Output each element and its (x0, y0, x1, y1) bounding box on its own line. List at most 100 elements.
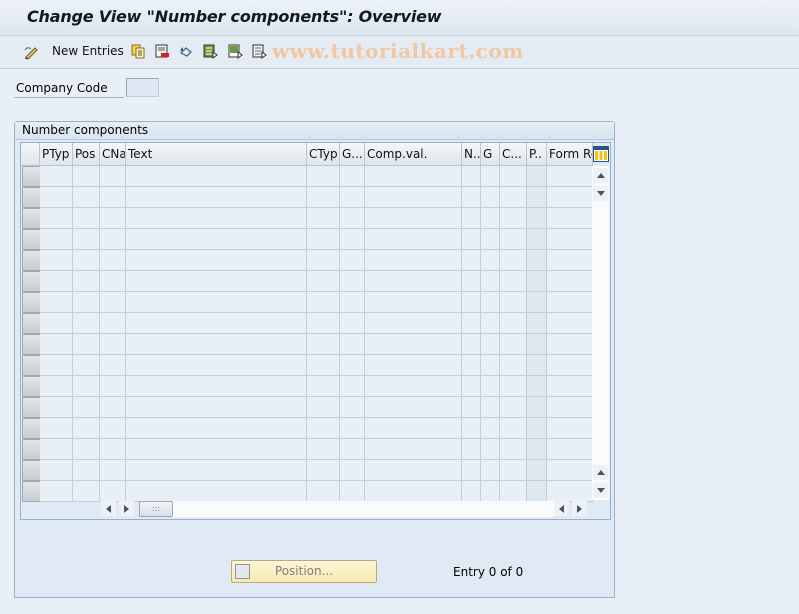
scroll-up-button[interactable] (593, 168, 608, 183)
table-cell[interactable] (547, 397, 593, 418)
copy-as-button[interactable] (131, 42, 146, 60)
table-cell[interactable] (340, 208, 365, 229)
table-cell[interactable] (500, 397, 527, 418)
row-selector[interactable] (22, 418, 41, 439)
table-cell[interactable] (500, 355, 527, 376)
table-cell[interactable] (365, 166, 462, 187)
table-cell[interactable] (547, 355, 593, 376)
table-cell[interactable] (365, 376, 462, 397)
scroll-page-up-button[interactable] (593, 465, 608, 480)
table-cell[interactable] (547, 292, 593, 313)
table-cell[interactable] (462, 397, 481, 418)
table-cell[interactable] (307, 418, 340, 439)
table-cell[interactable] (365, 271, 462, 292)
table-cell[interactable] (340, 250, 365, 271)
table-cell[interactable] (462, 166, 481, 187)
table-cell[interactable] (126, 418, 307, 439)
table-cell[interactable] (340, 355, 365, 376)
table-cell[interactable] (126, 292, 307, 313)
table-cell[interactable] (100, 334, 126, 355)
table-cell[interactable] (481, 439, 500, 460)
column-header[interactable]: Form Ro (547, 143, 593, 165)
table-cell[interactable] (73, 187, 100, 208)
table-cell[interactable] (527, 229, 547, 250)
table-cell[interactable] (481, 313, 500, 334)
table-cell[interactable] (500, 271, 527, 292)
table-cell[interactable] (462, 439, 481, 460)
table-cell[interactable] (365, 292, 462, 313)
table-cell[interactable] (500, 208, 527, 229)
row-selector[interactable] (22, 376, 41, 397)
row-selector[interactable] (22, 334, 41, 355)
table-cell[interactable] (547, 187, 593, 208)
table-cell[interactable] (126, 208, 307, 229)
table-cell[interactable] (307, 292, 340, 313)
table-cell[interactable] (462, 292, 481, 313)
table-cell[interactable] (527, 418, 547, 439)
select-block-button[interactable] (228, 42, 243, 60)
table-cell[interactable] (340, 166, 365, 187)
column-header[interactable]: N.. (462, 143, 481, 165)
table-cell[interactable] (40, 355, 73, 376)
table-cell[interactable] (500, 481, 527, 502)
table-cell[interactable] (73, 334, 100, 355)
select-all-rows-cell[interactable] (21, 143, 40, 165)
table-cell[interactable] (100, 208, 126, 229)
table-cell[interactable] (462, 271, 481, 292)
table-cell[interactable] (126, 334, 307, 355)
table-cell[interactable] (40, 166, 73, 187)
table-cell[interactable] (307, 397, 340, 418)
table-cell[interactable] (307, 481, 340, 502)
table-cell[interactable] (126, 439, 307, 460)
table-cell[interactable] (527, 271, 547, 292)
table-cell[interactable] (100, 313, 126, 334)
table-cell[interactable] (340, 376, 365, 397)
table-cell[interactable] (365, 355, 462, 376)
table-cell[interactable] (481, 397, 500, 418)
table-cell[interactable] (40, 334, 73, 355)
table-cell[interactable] (462, 229, 481, 250)
table-cell[interactable] (462, 418, 481, 439)
row-selector[interactable] (22, 481, 41, 502)
table-cell[interactable] (365, 460, 462, 481)
deselect-all-button[interactable] (252, 42, 267, 60)
table-cell[interactable] (462, 460, 481, 481)
table-cell[interactable] (126, 460, 307, 481)
row-selector[interactable] (22, 271, 41, 292)
table-cell[interactable] (547, 418, 593, 439)
table-cell[interactable] (340, 271, 365, 292)
table-cell[interactable] (462, 208, 481, 229)
table-cell[interactable] (126, 397, 307, 418)
horizontal-scrollbar-thumb[interactable]: ::: (139, 501, 173, 517)
table-cell[interactable] (307, 187, 340, 208)
table-cell[interactable] (307, 334, 340, 355)
table-cell[interactable] (365, 187, 462, 208)
table-cell[interactable] (340, 418, 365, 439)
table-cell[interactable] (527, 355, 547, 376)
table-cell[interactable] (547, 229, 593, 250)
table-cell[interactable] (500, 460, 527, 481)
table-cell[interactable] (365, 439, 462, 460)
table-cell[interactable] (500, 334, 527, 355)
table-cell[interactable] (73, 376, 100, 397)
table-cell[interactable] (40, 313, 73, 334)
table-cell[interactable] (100, 187, 126, 208)
table-cell[interactable] (500, 418, 527, 439)
table-cell[interactable] (40, 397, 73, 418)
table-cell[interactable] (481, 481, 500, 502)
column-header[interactable]: Text (126, 143, 307, 165)
row-selector[interactable] (22, 187, 41, 208)
new-entries-button[interactable]: New Entries (52, 42, 124, 60)
display-change-button[interactable] (23, 42, 38, 60)
table-cell[interactable] (547, 376, 593, 397)
table-cell[interactable] (100, 481, 126, 502)
table-cell[interactable] (73, 418, 100, 439)
table-cell[interactable] (307, 439, 340, 460)
table-cell[interactable] (547, 250, 593, 271)
table-cell[interactable] (527, 460, 547, 481)
table-cell[interactable] (40, 208, 73, 229)
table-cell[interactable] (340, 187, 365, 208)
table-cell[interactable] (100, 397, 126, 418)
table-cell[interactable] (340, 334, 365, 355)
scroll-page-down-button[interactable] (593, 483, 608, 498)
